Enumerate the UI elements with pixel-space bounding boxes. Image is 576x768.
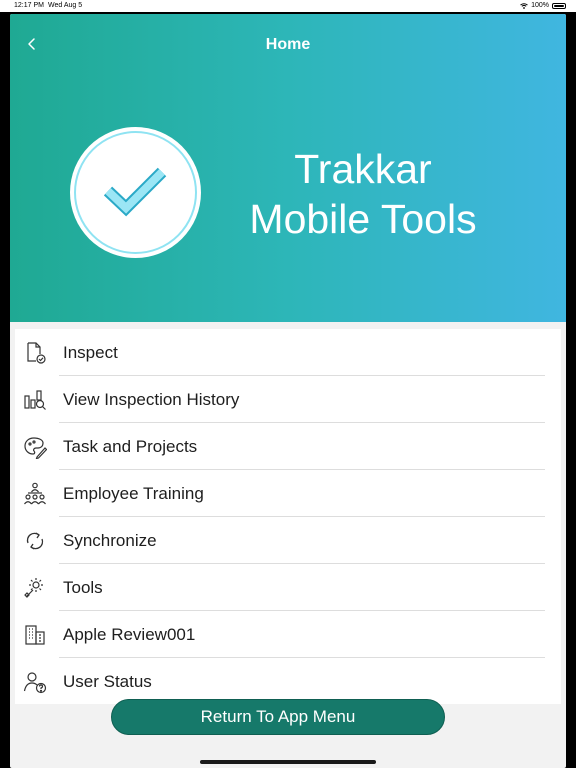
people-group-icon — [24, 482, 46, 505]
status-bar: 12:17 PM Wed Aug 5 100% — [0, 0, 576, 12]
hero-banner: Home Trakkar Mobile Tools — [10, 14, 566, 322]
menu-item-label: Tools — [63, 578, 103, 597]
chart-search-icon — [24, 390, 46, 410]
battery-icon — [552, 3, 566, 9]
menu-item-label: Apple Review001 — [63, 625, 196, 644]
page-title: Home — [265, 36, 311, 53]
menu-item-synchronize[interactable]: Synchronize — [15, 517, 561, 564]
menu-item-user-status[interactable]: User Status — [15, 658, 561, 704]
home-indicator[interactable] — [200, 760, 376, 764]
menu-item-view-inspection-history[interactable]: View Inspection History — [15, 376, 561, 423]
menu-item-label: User Status — [63, 672, 152, 691]
brand-line-2: Mobile Tools — [249, 196, 477, 242]
menu-item-label: Inspect — [63, 343, 118, 362]
checkmark-logo-icon — [70, 127, 201, 258]
device-screen: 12:17 PM Wed Aug 5 100% Home Trakkar Mob… — [0, 0, 576, 768]
brand-title: Trakkar Mobile Tools — [220, 144, 506, 244]
palette-pencil-icon — [24, 437, 47, 459]
inspect-document-icon — [27, 342, 46, 364]
status-date: Wed Aug 5 — [48, 2, 83, 9]
status-right: 100% — [520, 0, 566, 12]
app-window: Home Trakkar Mobile Tools Inspect View I… — [10, 14, 566, 768]
menu-item-label: View Inspection History — [63, 390, 240, 409]
menu-item-tools[interactable]: Tools — [15, 564, 561, 611]
menu-item-task-and-projects[interactable]: Task and Projects — [15, 423, 561, 470]
battery-percent: 100% — [531, 2, 549, 9]
wifi-icon — [520, 3, 528, 9]
gear-wrench-icon — [24, 578, 43, 598]
brand-line-1: Trakkar — [294, 146, 432, 192]
user-question-icon — [23, 672, 47, 694]
sync-icon — [26, 532, 44, 550]
menu-item-apple-review[interactable]: Apple Review001 — [15, 611, 561, 658]
return-to-app-menu-button[interactable]: Return To App Menu — [111, 699, 445, 735]
building-icon — [25, 625, 45, 645]
menu-list: Inspect View Inspection History Task and… — [15, 329, 561, 704]
menu-item-inspect[interactable]: Inspect — [15, 329, 561, 376]
menu-item-label: Employee Training — [63, 484, 204, 503]
menu-item-employee-training[interactable]: Employee Training — [15, 470, 561, 517]
menu-item-label: Synchronize — [63, 531, 157, 550]
menu-item-label: Task and Projects — [63, 437, 198, 456]
status-time: 12:17 PM — [14, 2, 44, 9]
